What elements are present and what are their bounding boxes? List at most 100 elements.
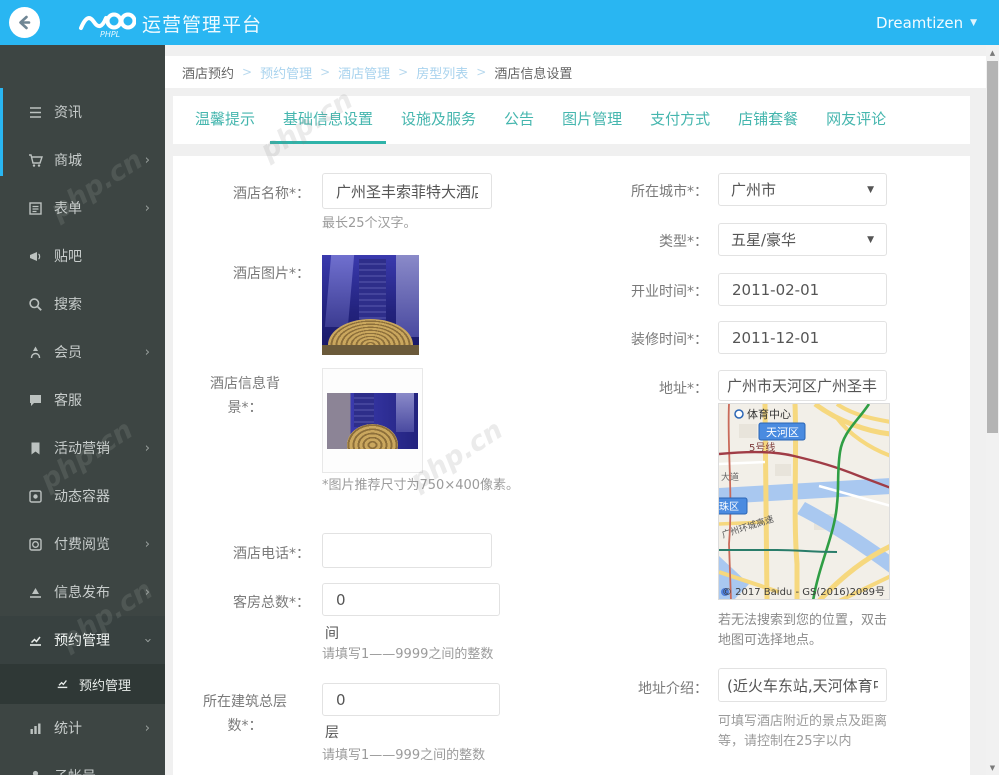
arrow-left-icon <box>19 15 31 30</box>
chat-bubble-icon <box>27 392 43 408</box>
chevron-right-icon: › <box>144 584 150 600</box>
settings-tabbar: 温馨提示 基础信息设置 设施及服务 公告 图片管理 支付方式 店铺套餐 网友评论 <box>173 96 970 144</box>
brand-logo: PHPL 运营管理平台 <box>78 4 262 42</box>
map-label-district: 天河区 <box>766 426 799 439</box>
user-menu[interactable]: Dreamtizen ▼ <box>876 0 977 45</box>
chevron-right-icon: › <box>144 344 150 360</box>
breadcrumb-separator: > <box>242 65 253 79</box>
sidebar-item-subaccount[interactable]: 子帐号 <box>0 752 165 775</box>
city-select[interactable]: 广州市 ▼ <box>718 173 887 206</box>
address-intro-input[interactable] <box>718 668 887 702</box>
sidebar-nav: 资讯 商城 › 表单 › 贴吧 搜索 会员 › 客服 活动营销 › 动态容器 付… <box>0 45 165 775</box>
top-header: PHPL 运营管理平台 Dreamtizen ▼ <box>0 0 999 45</box>
address-intro-label: 地址介绍： <box>638 681 708 697</box>
breadcrumb-separator: > <box>398 65 409 79</box>
sidebar-item-search[interactable]: 搜索 <box>0 280 165 328</box>
scrollbar-thumb[interactable] <box>987 61 998 433</box>
open-date-label: 开业时间*： <box>631 284 708 300</box>
tab-announcement[interactable]: 公告 <box>491 96 547 144</box>
select-caret-icon: ▼ <box>867 234 874 245</box>
address-intro-hint: 可填写酒店附近的景点及距离等，请控制在25字以内 <box>718 714 888 749</box>
rooms-unit: 间 <box>325 626 339 642</box>
scroll-down-button[interactable]: ▼ <box>986 760 999 775</box>
open-date-input[interactable] <box>718 273 887 306</box>
floors-hint: 请填写1——999之间的整数 <box>322 748 486 763</box>
back-button[interactable] <box>9 7 40 38</box>
phone-label: 酒店电话*： <box>233 546 310 562</box>
active-indicator <box>0 88 3 176</box>
floors-unit: 层 <box>325 725 339 741</box>
tab-payment[interactable]: 支付方式 <box>637 96 723 144</box>
svg-text:PHPL: PHPL <box>100 30 120 39</box>
tab-reviews[interactable]: 网友评论 <box>813 96 899 144</box>
breadcrumb-link-roomtype[interactable]: 房型列表 <box>416 63 468 82</box>
floors-input[interactable] <box>322 683 500 716</box>
phone-input[interactable] <box>322 533 492 568</box>
chevron-down-icon: › <box>139 637 155 643</box>
city-label: 所在城市*： <box>631 184 708 200</box>
map-copyright: © 2017 Baidu - GS(2016)2089号 <box>722 586 885 598</box>
sidebar-item-paid-reading[interactable]: 付费阅览 › <box>0 520 165 568</box>
chevron-right-icon: › <box>144 536 150 552</box>
person-icon <box>27 768 43 775</box>
map-label-road: 大道 <box>721 471 739 483</box>
app-window: PHPL 运营管理平台 Dreamtizen ▼ 资讯 商城 › 表单 › 贴吧… <box>0 0 999 775</box>
chevron-right-icon: › <box>144 152 150 168</box>
paid-reading-icon <box>27 536 43 552</box>
breadcrumb-current: 酒店信息设置 <box>494 66 573 82</box>
sidebar-item-mall[interactable]: 商城 › <box>0 136 165 184</box>
tab-facilities[interactable]: 设施及服务 <box>388 96 489 144</box>
breadcrumb-link-hotel[interactable]: 酒店管理 <box>338 63 390 82</box>
rooms-input[interactable] <box>322 583 500 616</box>
news-icon <box>27 104 43 120</box>
publish-icon <box>27 584 43 600</box>
booking-icon <box>27 632 43 648</box>
tab-packages[interactable]: 店铺套餐 <box>725 96 811 144</box>
breadcrumb: 酒店预约 > 预约管理 > 酒店管理 > 房型列表 > 酒店信息设置 <box>165 56 986 88</box>
sidebar-item-service[interactable]: 客服 <box>0 376 165 424</box>
sidebar-item-stats[interactable]: 统计 › <box>0 704 165 752</box>
scroll-up-button[interactable]: ▲ <box>986 45 999 60</box>
search-icon <box>27 296 43 312</box>
sidebar-item-members[interactable]: 会员 › <box>0 328 165 376</box>
member-icon <box>27 344 43 360</box>
sidebar-item-forms[interactable]: 表单 › <box>0 184 165 232</box>
renovate-date-label: 装修时间*： <box>631 332 708 348</box>
sidebar-item-booking[interactable]: 预约管理 › <box>0 616 165 664</box>
tab-basic-info[interactable]: 基础信息设置 <box>270 96 387 144</box>
sidebar-item-news[interactable]: 资讯 <box>0 88 165 136</box>
chevron-down-icon: ▼ <box>970 17 977 28</box>
page-scrollbar[interactable]: ▲ ▼ <box>986 45 999 775</box>
sidebar-item-container[interactable]: 动态容器 <box>0 472 165 520</box>
address-input[interactable] <box>718 370 887 401</box>
booking-icon <box>56 677 70 691</box>
hotel-bg-hint: *图片推荐尺寸为750×400像素。 <box>322 478 520 493</box>
form-icon <box>27 200 43 216</box>
rooms-hint: 请填写1——9999之间的整数 <box>322 647 494 662</box>
hotel-bg-thumbnail[interactable] <box>327 393 418 449</box>
bar-chart-icon <box>27 720 43 736</box>
hotel-name-input[interactable] <box>322 173 492 209</box>
hotel-name-hint: 最长25个汉字。 <box>322 216 417 231</box>
type-label: 类型*： <box>659 234 708 250</box>
type-select[interactable]: 五星/豪华 ▼ <box>718 223 887 256</box>
tab-images[interactable]: 图片管理 <box>549 96 635 144</box>
map-label-zhuqu: 珠区 <box>719 500 739 513</box>
mall-icon <box>27 152 43 168</box>
breadcrumb-item: 酒店预约 <box>182 66 235 82</box>
sidebar-item-forum[interactable]: 贴吧 <box>0 232 165 280</box>
rooms-label: 客房总数*： <box>233 595 310 611</box>
chevron-right-icon: › <box>144 720 150 736</box>
breadcrumb-separator: > <box>320 65 331 79</box>
megaphone-icon <box>27 248 43 264</box>
baidu-map[interactable]: 体育中心 天河区 5号线 珠区 大道 广州环城高速 © 2017 Baidu -… <box>718 403 890 600</box>
tab-tips[interactable]: 温馨提示 <box>182 96 268 144</box>
sidebar-item-marketing[interactable]: 活动营销 › <box>0 424 165 472</box>
breadcrumb-separator: > <box>476 65 487 79</box>
hotel-image-thumbnail[interactable] <box>322 255 419 355</box>
breadcrumb-link-booking[interactable]: 预约管理 <box>260 63 312 82</box>
hotel-bg-frame <box>322 368 423 473</box>
renovate-date-input[interactable] <box>718 321 887 354</box>
sidebar-subitem-booking[interactable]: 预约管理 <box>0 664 165 704</box>
sidebar-item-publish[interactable]: 信息发布 › <box>0 568 165 616</box>
